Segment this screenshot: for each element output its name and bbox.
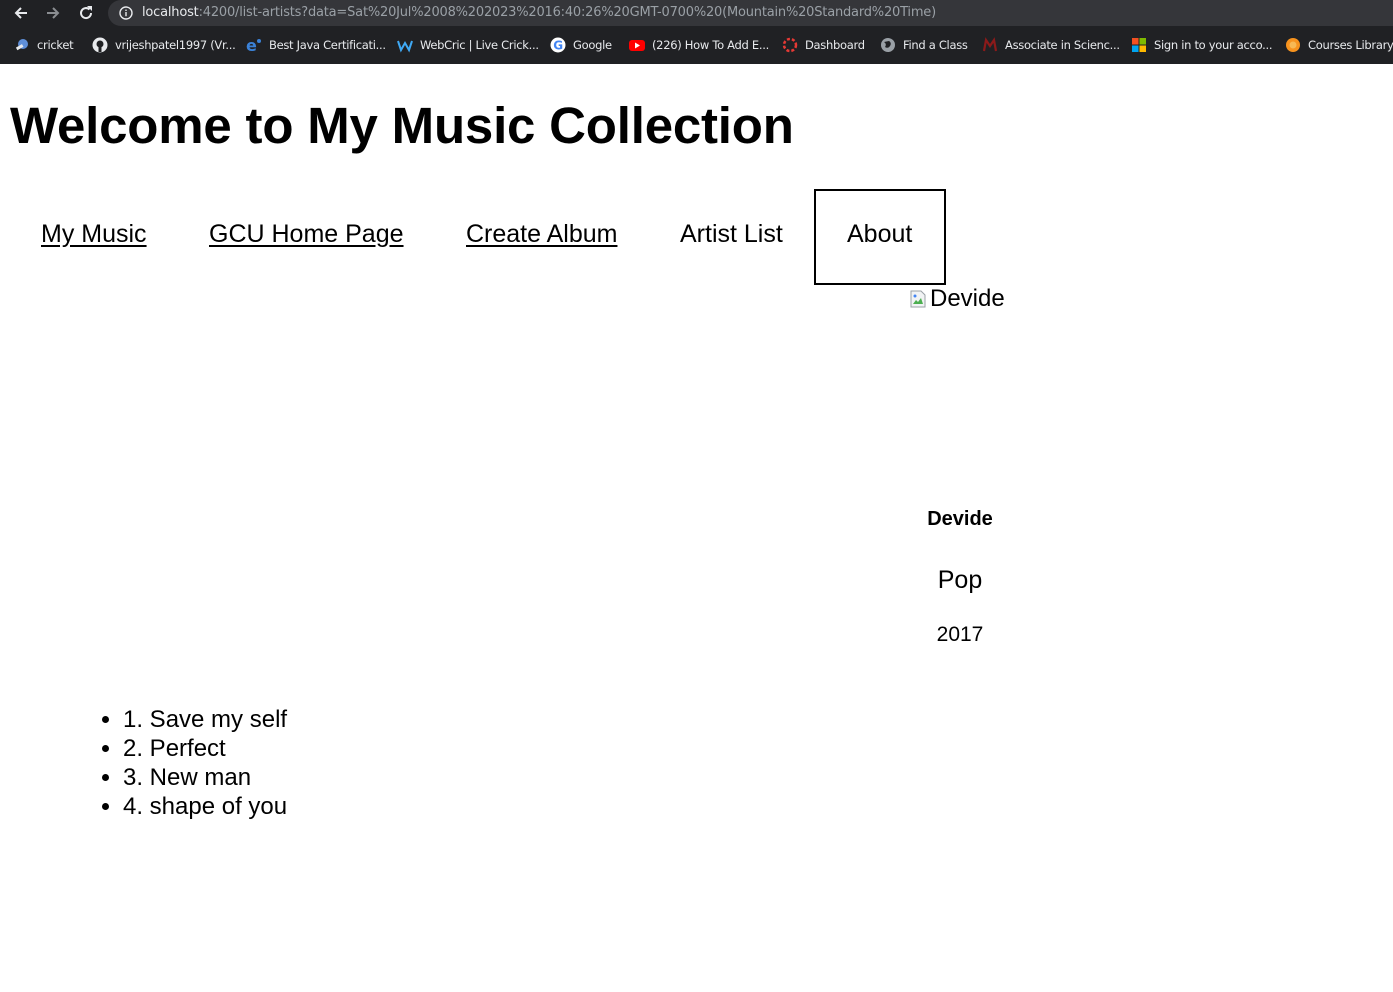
bookmark-label: Find a Class: [903, 38, 968, 52]
track-list: 1. Save my self 2. Perfect 3. New man 4.…: [83, 705, 287, 821]
address-bar[interactable]: localhost:4200/list-artists?data=Sat%20J…: [108, 0, 1393, 26]
nav-link-gcu-home[interactable]: GCU Home Page: [209, 220, 404, 249]
bookmark-associate[interactable]: Associate in Scienc...: [982, 37, 1120, 53]
bookmark-java-cert[interactable]: e Best Java Certificati...: [246, 37, 386, 53]
album-genre: Pop: [937, 566, 983, 594]
svg-text:e: e: [246, 37, 257, 53]
bookmark-dashboard[interactable]: Dashboard: [782, 37, 865, 53]
java-e-icon: e: [246, 37, 262, 53]
bookmark-label: cricket: [37, 38, 74, 52]
page-title: Welcome to My Music Collection: [10, 97, 794, 154]
album-title: Devide: [927, 508, 993, 530]
arrow-left-icon: [14, 7, 27, 19]
cricket-icon: [14, 37, 30, 53]
bookmark-label: vrijeshpatel1997 (Vr...: [115, 38, 236, 52]
svg-text:G: G: [553, 39, 563, 53]
arrow-right-icon: [47, 7, 60, 19]
bookmark-label: Associate in Scienc...: [1005, 38, 1120, 52]
nav-link-artist-list[interactable]: Artist List: [680, 220, 783, 249]
reload-icon: [80, 6, 93, 20]
bookmark-microsoft[interactable]: Sign in to your acco...: [1131, 37, 1272, 53]
github-icon: [92, 37, 108, 53]
bookmark-label: Sign in to your acco...: [1154, 38, 1273, 52]
bookmark-label: Best Java Certificati...: [269, 38, 386, 52]
url-host: localhost: [142, 5, 199, 20]
track-item: 4. shape of you: [123, 792, 287, 821]
google-icon: G: [550, 37, 566, 53]
album-year: 2017: [936, 623, 984, 646]
reload-button[interactable]: [76, 3, 96, 23]
bookmark-label: (226) How To Add E...: [652, 38, 769, 52]
nav-about-label[interactable]: About: [847, 220, 912, 249]
globe-icon: [880, 37, 896, 53]
bookmark-github[interactable]: vrijeshpatel1997 (Vr...: [92, 37, 236, 53]
browser-chrome: localhost:4200/list-artists?data=Sat%20J…: [0, 0, 1393, 64]
track-item: 2. Perfect: [123, 734, 287, 763]
browser-toolbar: localhost:4200/list-artists?data=Sat%20J…: [0, 0, 1393, 27]
bookmark-courses[interactable]: Courses Library: [1285, 37, 1393, 53]
bookmark-label: WebCric | Live Crick...: [420, 38, 539, 52]
broken-image-icon: [910, 290, 926, 308]
dashboard-icon: [782, 37, 798, 53]
back-button[interactable]: [11, 3, 31, 23]
track-item: 3. New man: [123, 763, 287, 792]
bookmark-youtube[interactable]: (226) How To Add E...: [629, 37, 769, 53]
bookmark-google[interactable]: G Google: [550, 37, 612, 53]
url-path: :4200/list-artists?data=Sat%20Jul%2008%2…: [198, 5, 937, 20]
nav-link-create-album[interactable]: Create Album: [466, 220, 617, 249]
courses-icon: [1285, 37, 1301, 53]
bookmark-find-class[interactable]: Find a Class: [880, 37, 968, 53]
bookmark-label: Courses Library: [1308, 38, 1393, 52]
microsoft-icon: [1131, 37, 1147, 53]
bookmarks-bar: cricket vrijeshpatel1997 (Vr... e Best J…: [0, 27, 1393, 64]
album-cover-alt-text: Devide: [930, 285, 1005, 312]
track-item: 1. Save my self: [123, 705, 287, 734]
college-icon: [982, 37, 998, 53]
bookmark-webcric[interactable]: WebCric | Live Crick...: [397, 37, 539, 53]
forward-button[interactable]: [43, 3, 63, 23]
nav-link-my-music[interactable]: My Music: [41, 220, 147, 249]
bookmark-label: Google: [573, 38, 612, 52]
url-text[interactable]: localhost:4200/list-artists?data=Sat%20J…: [142, 5, 936, 20]
info-icon[interactable]: [119, 6, 133, 20]
bookmark-cricket[interactable]: cricket: [14, 37, 74, 53]
youtube-icon: [629, 37, 645, 53]
album-cover-image: Devide: [910, 285, 1005, 312]
webcric-icon: [397, 37, 413, 53]
bookmark-label: Dashboard: [805, 38, 865, 52]
